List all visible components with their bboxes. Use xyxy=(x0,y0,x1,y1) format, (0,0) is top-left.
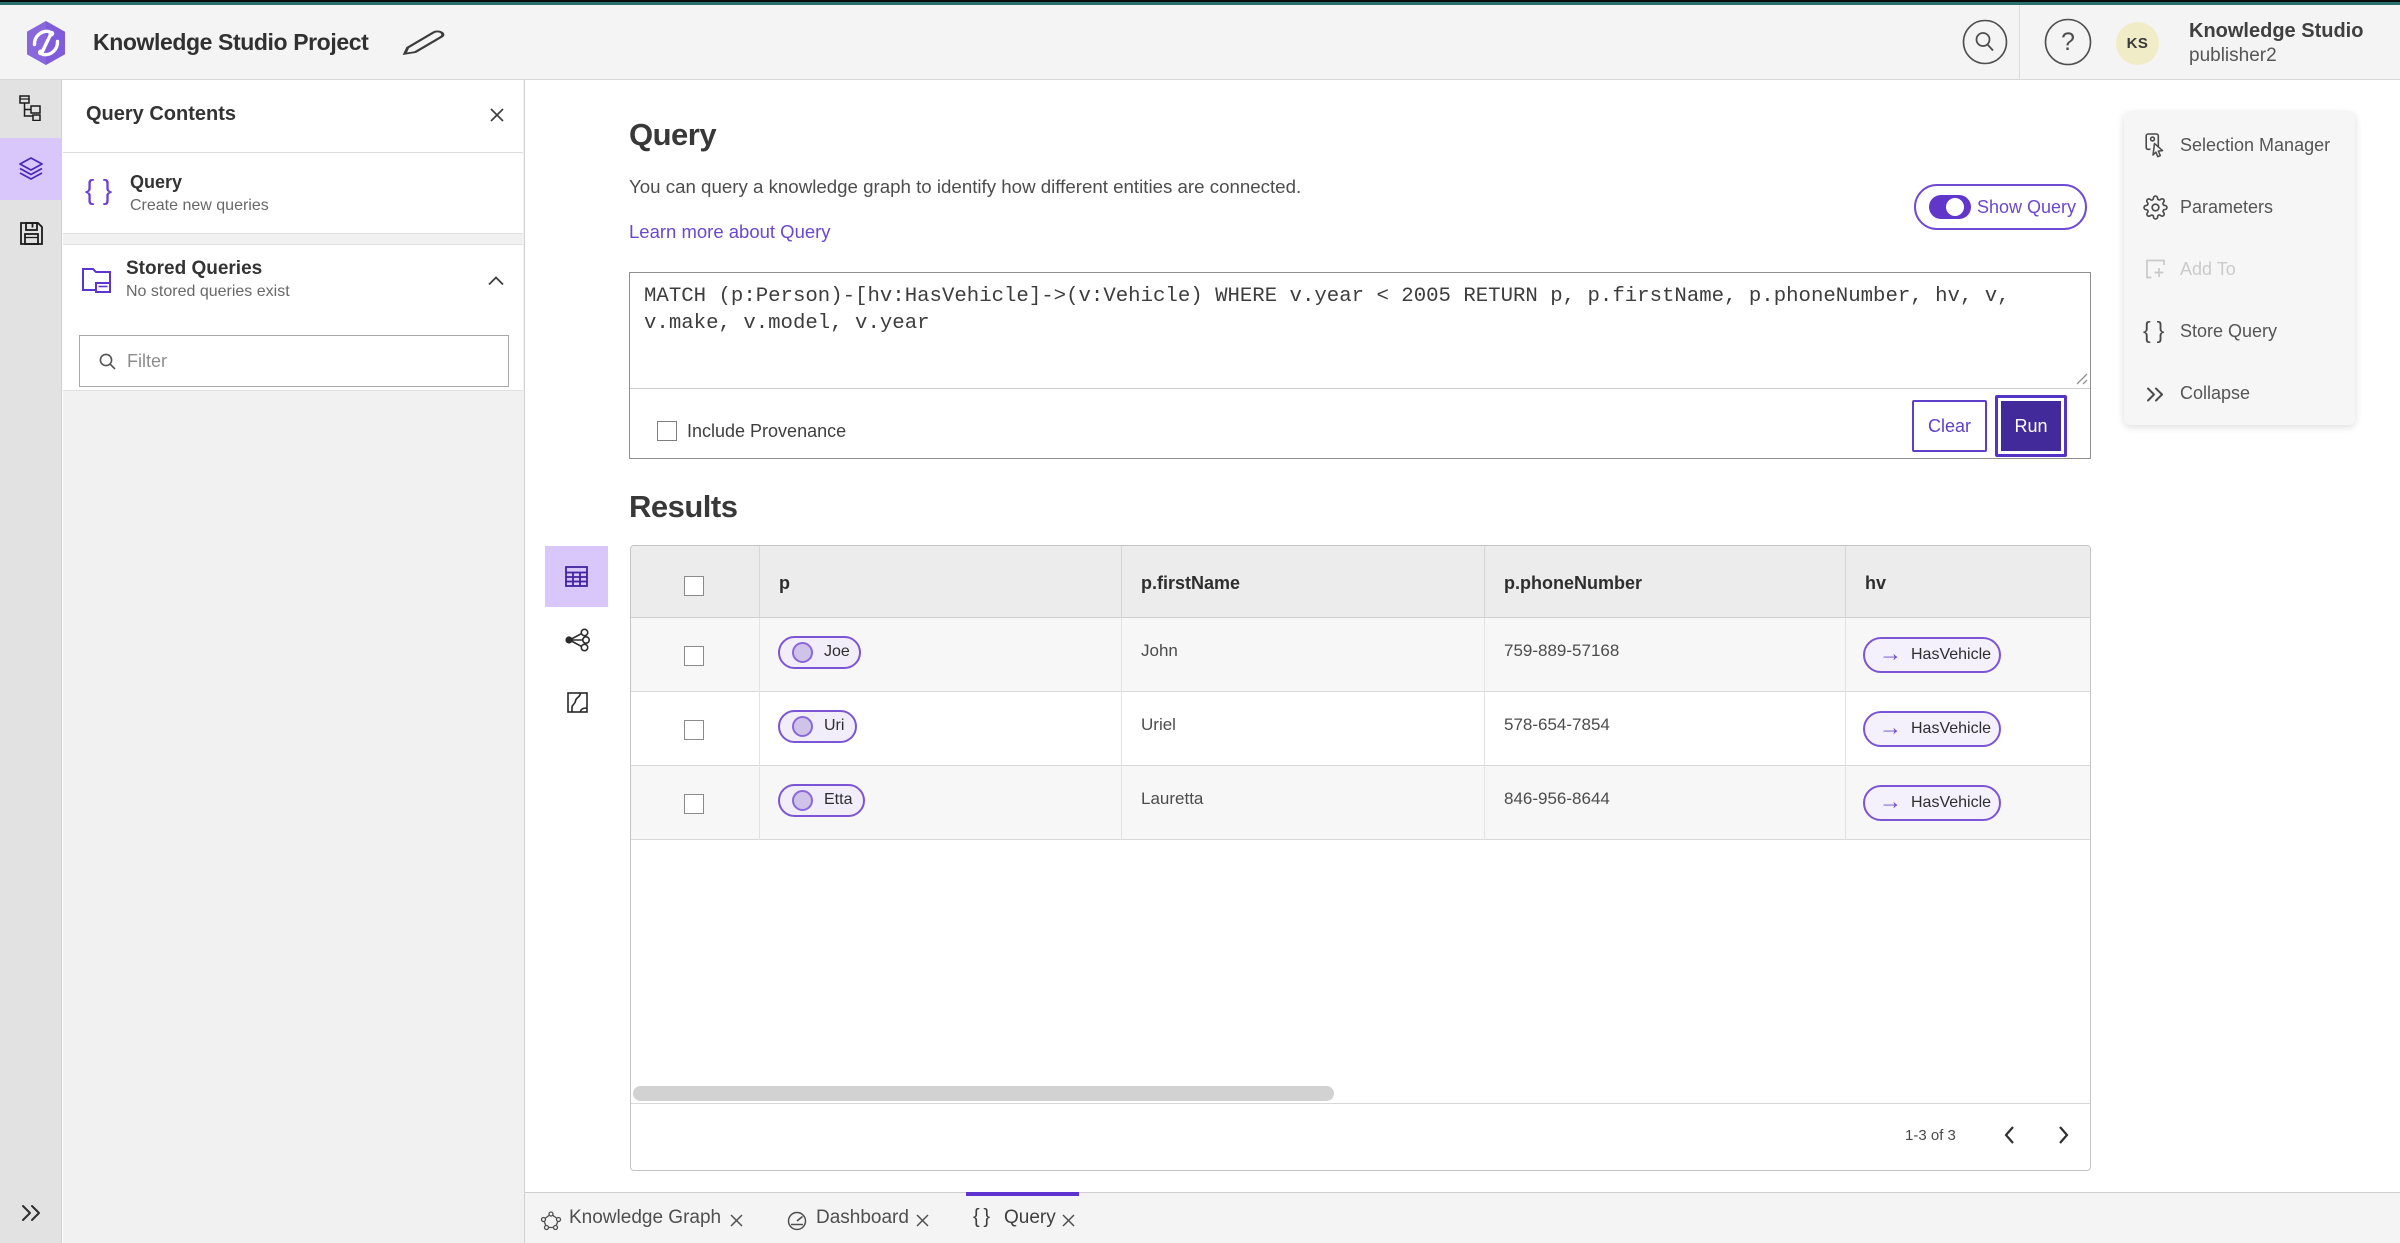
svg-text:?: ? xyxy=(2061,28,2075,56)
